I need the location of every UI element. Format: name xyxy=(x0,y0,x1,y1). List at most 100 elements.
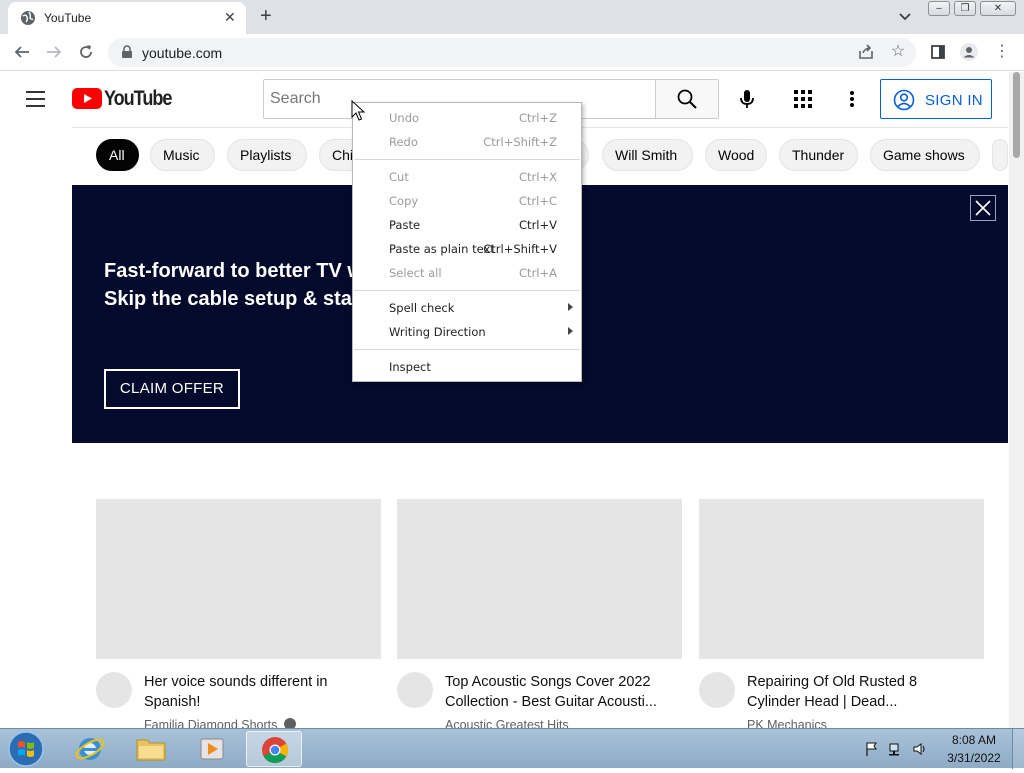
menu-item-label: Select all xyxy=(389,266,442,280)
new-tab-button[interactable]: + xyxy=(260,5,272,28)
reload-icon[interactable] xyxy=(77,43,95,61)
taskbar-internet-explorer[interactable] xyxy=(62,731,118,767)
menu-item-paste-plain[interactable]: Paste as plain text Ctrl+Shift+V xyxy=(353,238,581,260)
menu-item-shortcut: Ctrl+V xyxy=(519,218,557,232)
apps-grid-icon[interactable] xyxy=(794,90,812,108)
chip-will-smith[interactable]: Will Smith xyxy=(602,139,693,171)
sign-in-button[interactable]: SIGN IN xyxy=(880,79,992,119)
video-title[interactable]: Top Acoustic Songs Cover 2022 Collection… xyxy=(445,672,660,712)
menu-item-label: Cut xyxy=(389,170,409,184)
scrollbar-thumb[interactable] xyxy=(1013,72,1020,158)
video-channel[interactable]: Familia Diamond Shorts xyxy=(144,718,296,728)
menu-item-label: Redo xyxy=(389,135,418,149)
chip-thunder[interactable]: Thunder xyxy=(779,139,858,171)
taskbar-chrome[interactable] xyxy=(246,731,302,767)
bookmark-star-icon[interactable]: ☆ xyxy=(889,43,907,61)
menu-item-redo[interactable]: Redo Ctrl+Shift+Z xyxy=(353,131,581,153)
youtube-logo[interactable]: YouTube xyxy=(72,87,172,110)
menu-item-cut[interactable]: Cut Ctrl+X xyxy=(353,166,581,188)
taskbar: 8:08 AM 3/31/2022 xyxy=(0,728,1024,769)
taskbar-media-player[interactable] xyxy=(184,731,240,767)
video-thumbnail[interactable] xyxy=(397,499,682,659)
channel-name[interactable]: PK Mechanics xyxy=(747,718,827,728)
menu-item-label: Writing Direction xyxy=(389,325,486,339)
profile-avatar-icon[interactable] xyxy=(960,43,978,61)
chip-overflow[interactable] xyxy=(992,139,1008,171)
chip-game-shows[interactable]: Game shows xyxy=(870,139,980,171)
video-thumbnail[interactable] xyxy=(699,499,984,659)
network-icon xyxy=(889,743,899,756)
account-circle-icon xyxy=(893,89,915,111)
microphone-icon[interactable] xyxy=(735,87,759,111)
menu-item-shortcut: Ctrl+Shift+Z xyxy=(483,135,557,149)
side-panel-icon[interactable] xyxy=(929,43,947,61)
menu-item-shortcut: Ctrl+C xyxy=(518,194,557,208)
browser-tab[interactable]: YouTube ✕ xyxy=(8,2,246,34)
menu-item-spell-check[interactable]: Spell check xyxy=(353,297,581,319)
video-title[interactable]: Her voice sounds different in Spanish! xyxy=(144,672,364,712)
close-icon xyxy=(975,200,991,216)
banner-line-2: Skip the cable setup & sta xyxy=(104,288,352,310)
menu-item-shortcut: Ctrl+Z xyxy=(519,111,557,125)
banner-close-button[interactable] xyxy=(970,195,996,221)
more-vertical-icon[interactable] xyxy=(842,89,862,109)
channel-name[interactable]: Acoustic Greatest Hits xyxy=(445,718,569,728)
share-icon[interactable] xyxy=(857,43,875,61)
menu-separator xyxy=(354,349,580,350)
chip-playlists[interactable]: Playlists xyxy=(227,139,307,171)
back-arrow-icon[interactable] xyxy=(13,43,31,61)
clock-time[interactable]: 8:08 AM xyxy=(944,733,1004,747)
video-thumbnail[interactable] xyxy=(96,499,381,659)
taskbar-file-explorer[interactable] xyxy=(123,731,179,767)
menu-item-label: Paste as plain text xyxy=(389,242,495,256)
claim-offer-button[interactable]: CLAIM OFFER xyxy=(104,369,240,409)
tab-search-chevron-icon[interactable] xyxy=(897,8,913,24)
menu-item-undo[interactable]: Undo Ctrl+Z xyxy=(353,107,581,129)
search-button[interactable] xyxy=(655,79,719,119)
start-button[interactable] xyxy=(4,730,48,768)
browser-tab-bar: YouTube ✕ + – ❐ ✕ xyxy=(0,0,1024,34)
youtube-logo-text: YouTube xyxy=(104,87,172,110)
address-bar[interactable]: youtube.com xyxy=(108,38,916,67)
flag-icon xyxy=(866,742,877,756)
menu-item-label: Paste xyxy=(389,218,421,232)
close-window-button[interactable]: ✕ xyxy=(980,1,1016,16)
lock-icon xyxy=(122,45,132,58)
channel-avatar[interactable] xyxy=(699,672,735,708)
submenu-arrow-icon xyxy=(568,327,573,335)
tab-close-icon[interactable]: ✕ xyxy=(224,9,236,26)
video-title[interactable]: Repairing Of Old Rusted 8 Cylinder Head … xyxy=(747,672,927,712)
system-tray-icons[interactable] xyxy=(864,741,934,757)
volume-icon xyxy=(913,743,925,755)
menu-separator xyxy=(354,159,580,160)
channel-avatar[interactable] xyxy=(397,672,433,708)
menu-item-writing-direction[interactable]: Writing Direction xyxy=(353,321,581,343)
menu-item-label: Spell check xyxy=(389,301,455,315)
show-desktop-button[interactable] xyxy=(1012,729,1024,769)
page-scrollbar[interactable] xyxy=(1009,72,1024,728)
verified-check-icon xyxy=(283,718,296,728)
clock-date[interactable]: 3/31/2022 xyxy=(944,751,1004,765)
chip-all[interactable]: All xyxy=(96,139,139,171)
menu-item-select-all[interactable]: Select all Ctrl+A xyxy=(353,262,581,284)
chip-music[interactable]: Music xyxy=(150,139,215,171)
menu-item-copy[interactable]: Copy Ctrl+C xyxy=(353,190,581,212)
windows-logo-icon xyxy=(8,731,44,767)
media-player-icon xyxy=(200,738,224,760)
channel-avatar[interactable] xyxy=(96,672,132,708)
tab-title: YouTube xyxy=(44,11,92,25)
restore-button[interactable]: ❐ xyxy=(954,1,976,16)
menu-item-paste[interactable]: Paste Ctrl+V xyxy=(353,214,581,236)
globe-icon xyxy=(21,11,35,25)
submenu-arrow-icon xyxy=(568,303,573,311)
menu-item-shortcut: Ctrl+Shift+V xyxy=(483,242,557,256)
channel-name[interactable]: Familia Diamond Shorts xyxy=(144,718,277,728)
menu-item-inspect[interactable]: Inspect xyxy=(353,356,581,378)
internet-explorer-icon xyxy=(75,738,105,760)
chip-wood[interactable]: Wood xyxy=(705,139,767,171)
menu-item-shortcut: Ctrl+A xyxy=(519,266,557,280)
browser-menu-icon[interactable]: ⋮ xyxy=(993,43,1011,61)
menu-hamburger-icon[interactable] xyxy=(26,91,46,107)
minimize-button[interactable]: – xyxy=(928,1,950,16)
forward-arrow-icon[interactable] xyxy=(45,43,63,61)
